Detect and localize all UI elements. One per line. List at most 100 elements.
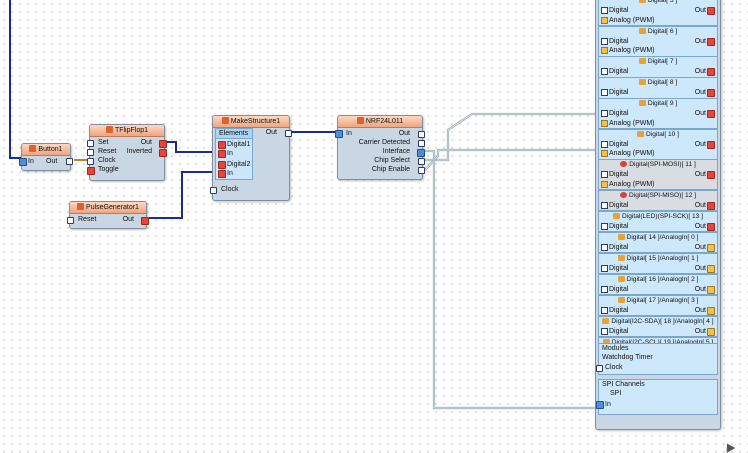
channel-header: Digital[ 10 ] <box>599 130 717 139</box>
channel-input-pin[interactable] <box>601 7 608 14</box>
tflipflop-component[interactable]: TFlipFlop1 Set Reset Clock Toggle Out In… <box>87 124 167 181</box>
channel-out-pin[interactable] <box>707 89 715 97</box>
digital2-in-label: In <box>227 170 233 177</box>
nrf-in-pin[interactable] <box>335 130 343 138</box>
tflipflop-inverted-pin[interactable] <box>159 149 167 157</box>
channel-input-pin[interactable] <box>601 264 608 272</box>
channel-icon <box>613 212 620 219</box>
pulse-reset-pin[interactable] <box>67 217 74 224</box>
channel-icon <box>617 254 625 261</box>
channel-input-pin[interactable] <box>601 201 608 209</box>
tflipflop-toggle-label: Toggle <box>98 166 119 173</box>
channel-title: Digital[ 14 ]/AnalogIn[ 0 ] <box>626 233 699 241</box>
channel-out-label: Out <box>694 327 706 335</box>
tflipflop-reset-pin[interactable] <box>87 149 94 156</box>
channel-icon <box>637 130 644 137</box>
tflipflop-out-pin[interactable] <box>159 140 167 148</box>
tflipflop-toggle-pin[interactable] <box>87 167 95 175</box>
channel-input-pin[interactable] <box>601 110 608 117</box>
channel-header: Digital[ 7 ] <box>599 57 717 66</box>
pulsegenerator-component[interactable]: PulseGenerator1 Reset Out <box>67 201 149 229</box>
board-channel: Digital[ 6 ] Digital Out Analog (PWM) <box>598 25 718 57</box>
watchdog-label[interactable]: Watchdog Timer <box>602 353 653 362</box>
channel-row-label: Digital <box>609 327 629 335</box>
nrf-out-pin[interactable] <box>418 131 425 138</box>
channel-out-label: Out <box>694 68 706 75</box>
channel-input-pin[interactable] <box>601 327 608 335</box>
button-out-pin[interactable] <box>66 158 73 165</box>
channel-row-label: Digital <box>609 222 629 230</box>
digital1-pin[interactable] <box>218 141 226 149</box>
wire-interface-to-spi <box>425 149 598 410</box>
channel-out-pin[interactable] <box>707 7 715 15</box>
channel-out-pin[interactable] <box>707 264 715 273</box>
channel-icon <box>638 27 646 34</box>
channel-input-pin[interactable] <box>601 47 608 54</box>
pulse-out-pin[interactable] <box>141 217 149 225</box>
wire-chipenable-to-d10 <box>424 148 598 171</box>
channel-out-pin[interactable] <box>707 68 715 76</box>
channel-input-pin[interactable] <box>601 180 608 188</box>
makestructure-out-label: Out <box>265 129 277 136</box>
tflipflop-set-pin[interactable] <box>87 140 94 147</box>
nrf-component[interactable]: NRF24L011 In Out Carrier Detected Interf… <box>335 115 425 180</box>
channel-input-pin[interactable] <box>601 16 608 24</box>
tflipflop-title: TFlipFlop1 <box>90 125 164 137</box>
channel-out-pin[interactable] <box>707 285 715 294</box>
board-channel: Digital(I2C-SDA)[ 18 ]/AnalogIn[ 4 ] Digi… <box>598 315 718 337</box>
channel-out-pin[interactable] <box>707 306 715 315</box>
channel-row-label: Digital <box>609 171 629 178</box>
channel-input-pin[interactable] <box>601 140 608 148</box>
digital1-in-pin[interactable] <box>218 150 226 158</box>
channel-icon <box>602 317 610 324</box>
channel-out-pin[interactable] <box>707 327 715 336</box>
modules-section: Modules Watchdog Timer Clock <box>596 343 718 375</box>
channel-input-pin[interactable] <box>601 68 608 75</box>
tflipflop-reset-label: Reset <box>98 148 117 155</box>
digital2-pin[interactable] <box>218 161 226 169</box>
channel-title: Digital[ 5 ] <box>647 0 678 4</box>
board-channel: Digital(SPI-MOSI)[ 11 ] Digital Out Analog … <box>598 159 718 190</box>
channel-input-pin[interactable] <box>601 222 608 230</box>
channel-out-pin[interactable] <box>707 243 715 252</box>
channel-out-pin[interactable] <box>707 140 715 149</box>
channel-out-pin[interactable] <box>707 222 715 231</box>
button-component[interactable]: Button1 In Out <box>19 143 73 171</box>
makestructure-clock-pin[interactable] <box>210 187 217 194</box>
channel-input-pin[interactable] <box>601 171 608 178</box>
channel-out-label: Out <box>694 306 706 314</box>
tflipflop-clock-pin[interactable] <box>87 158 94 165</box>
nrf-interface-pin[interactable] <box>417 149 425 157</box>
digital2-in-pin[interactable] <box>218 170 226 178</box>
channel-input-pin[interactable] <box>601 150 608 157</box>
channel-input-pin[interactable] <box>601 119 608 127</box>
wire-interface-inner <box>425 150 598 409</box>
channel-out-pin[interactable] <box>707 37 715 46</box>
channel-input-pin[interactable] <box>601 285 608 293</box>
makestructure-out-pin[interactable] <box>285 130 292 137</box>
nrf-carrier-pin[interactable] <box>418 140 425 147</box>
spi-section: SPI Channels SPI In <box>596 379 718 415</box>
board-channel: Digital[ 8 ] Digital Out <box>598 77 718 99</box>
channel-input-pin[interactable] <box>601 243 608 251</box>
board-component[interactable]: Digital[ 5 ] Digital Out Analog (PWM) Digita… <box>595 0 721 430</box>
channel-input-pin[interactable] <box>601 306 608 314</box>
modules-clock-pin[interactable] <box>596 365 603 372</box>
channel-input-pin[interactable] <box>601 89 608 96</box>
channel-out-label: Out <box>694 201 706 209</box>
makestructure-component[interactable]: MakeStructure1 Elements Digital1 In Digi… <box>210 115 292 201</box>
button-in-pin[interactable] <box>19 158 27 166</box>
wire-left-bus <box>9 0 22 159</box>
spi-in-pin[interactable] <box>596 401 604 409</box>
channel-row-label: Digital <box>609 7 629 14</box>
channel-out-pin[interactable] <box>707 201 715 210</box>
nrf-icon <box>356 117 364 124</box>
channel-title: Digital[ 8 ] <box>647 79 678 86</box>
nrf-chipselect-pin[interactable] <box>418 158 425 165</box>
channel-out-pin[interactable] <box>707 171 715 179</box>
channel-header: Digital(LED)(SPI-SCK)[ 13 ] <box>599 212 717 221</box>
channel-input-pin[interactable] <box>601 37 608 45</box>
channel-title: Digital[ 9 ] <box>647 100 678 107</box>
nrf-chipenable-pin[interactable] <box>418 167 425 174</box>
channel-out-pin[interactable] <box>707 110 715 118</box>
